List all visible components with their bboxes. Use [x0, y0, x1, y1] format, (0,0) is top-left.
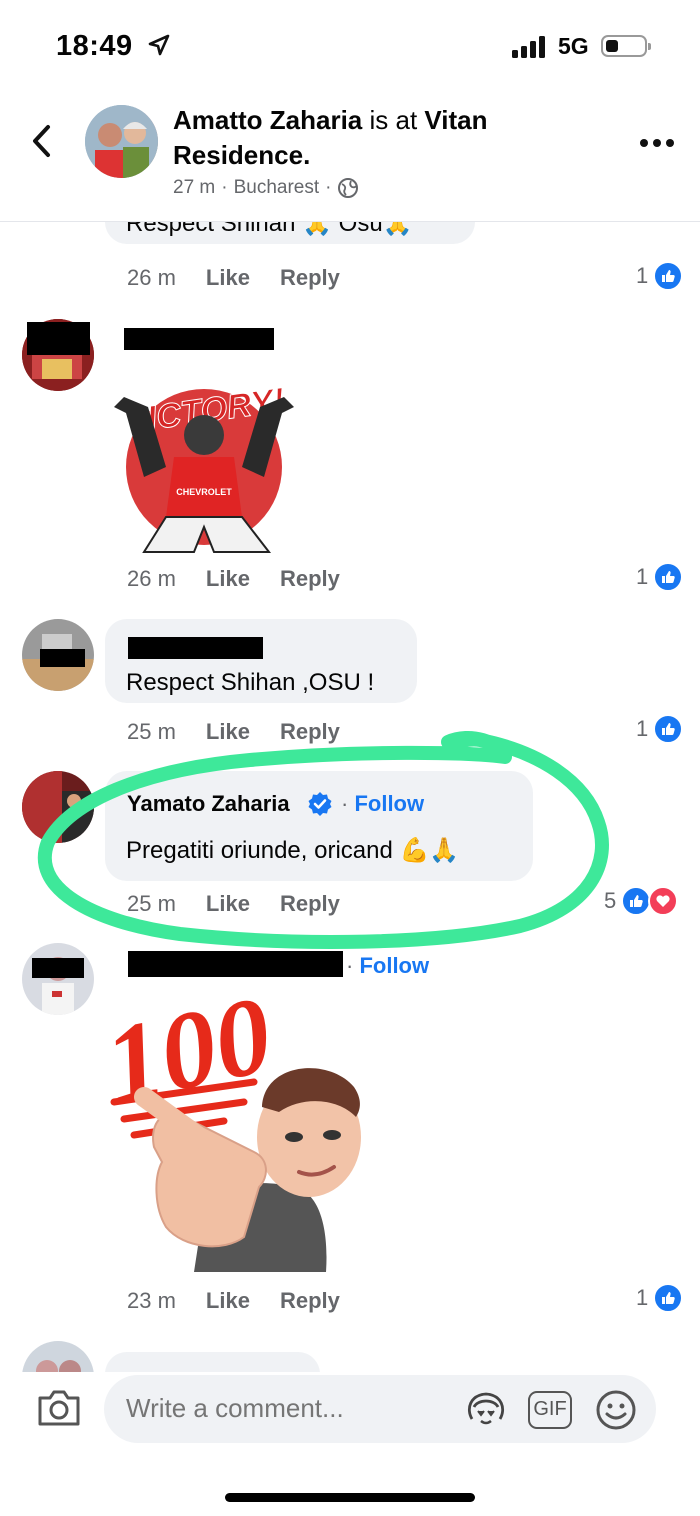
comment-text: Respect Shihan 🙏 Osu🙏 — [126, 222, 413, 237]
status-time: 18:49 — [56, 30, 133, 62]
comments-feed[interactable]: Respect Shihan 🙏 Osu🙏 26 m Like Reply 1 … — [0, 222, 700, 1372]
comment-bubble — [105, 1352, 320, 1372]
home-indicator[interactable] — [225, 1493, 475, 1502]
comment-time: 26 m — [127, 265, 176, 290]
post-meta: 27 m · Bucharest · — [173, 177, 359, 199]
emoji-icon[interactable] — [594, 1388, 638, 1432]
comment-text: Respect Shihan ,OSU ! — [126, 669, 375, 696]
reaction-number: 1 — [636, 564, 649, 589]
is-at-text: is at — [362, 105, 425, 135]
redacted-name — [128, 637, 263, 659]
profile-avatar[interactable] — [85, 105, 158, 178]
gif-button[interactable]: GIF — [528, 1391, 572, 1429]
post-time: 27 m — [173, 177, 216, 198]
globe-icon — [338, 178, 359, 198]
sticker-image: VICTORY! CHEVROLET — [104, 357, 304, 557]
gif-label: GIF — [533, 1398, 567, 1420]
comment-time: 23 m — [127, 1288, 176, 1313]
reaction-count[interactable]: 1 — [636, 1283, 684, 1313]
post-location: Bucharest — [233, 177, 320, 198]
reply-button[interactable]: Reply — [280, 566, 340, 592]
highlight-annotation — [37, 731, 609, 949]
author-name[interactable]: Amatto Zaharia — [173, 105, 362, 135]
sticker-logo: CHEVROLET — [176, 487, 232, 497]
like-button[interactable]: Like — [206, 265, 250, 291]
comment-composer: GIF — [0, 1372, 700, 1516]
comment-actions: 26 m Like Reply — [127, 265, 340, 291]
comment-box[interactable]: GIF — [104, 1375, 656, 1443]
like-button[interactable]: Like — [206, 1288, 250, 1314]
reaction-number: 1 — [636, 1285, 649, 1310]
redacted-avatar-overlay — [27, 322, 90, 355]
reaction-number: 1 — [636, 263, 649, 288]
reply-button[interactable]: Reply — [280, 265, 340, 291]
meta-separator: · — [221, 177, 228, 198]
signal-icon — [512, 34, 548, 58]
comment-time: 26 m — [127, 566, 176, 591]
comment-actions: 26 m Like Reply — [127, 566, 340, 592]
commenter-avatar[interactable] — [22, 943, 94, 1015]
post-header: Amatto Zaharia is at Vitan Residence. 27… — [0, 95, 700, 222]
redacted-avatar-overlay — [40, 649, 85, 667]
avatar-sticker-icon[interactable] — [464, 1389, 508, 1429]
meta-separator: · — [325, 177, 332, 198]
redacted-name — [124, 328, 274, 350]
follow-link[interactable]: · Follow — [346, 953, 429, 979]
post-title: Amatto Zaharia is at Vitan Residence. — [173, 103, 573, 173]
commenter-avatar[interactable] — [22, 1341, 94, 1372]
reaction-count[interactable]: 1 — [636, 562, 684, 592]
battery-icon — [601, 35, 651, 57]
redacted-name — [128, 951, 343, 977]
reply-button[interactable]: Reply — [280, 1288, 340, 1314]
thumbs-up-icon — [653, 562, 684, 592]
sticker-image: 100 — [95, 973, 374, 1279]
location-arrow-icon — [148, 34, 170, 56]
comment-actions: 23 m Like Reply — [127, 1288, 340, 1314]
thumbs-up-icon — [653, 261, 684, 291]
sticker-text: 100 — [104, 987, 282, 1126]
redacted-avatar-overlay — [32, 958, 84, 978]
comment-input[interactable] — [126, 1393, 446, 1424]
camera-icon[interactable] — [36, 1388, 82, 1428]
back-arrow-icon[interactable] — [28, 123, 58, 159]
reaction-count[interactable]: 1 — [636, 261, 684, 291]
network-label: 5G — [558, 33, 589, 59]
status-bar: 18:49 5G — [0, 0, 700, 95]
like-button[interactable]: Like — [206, 566, 250, 592]
thumbs-up-icon — [653, 1283, 684, 1313]
more-options-icon[interactable] — [640, 139, 674, 149]
